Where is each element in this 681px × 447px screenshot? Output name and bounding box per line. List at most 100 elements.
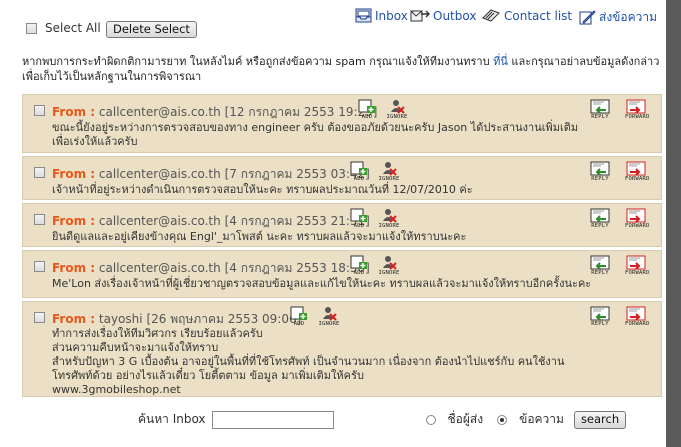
forward-label: FORWARD — [625, 321, 650, 327]
add-label: ADD — [353, 270, 365, 276]
ignore-icon — [383, 162, 397, 176]
reply-label: REPLY — [591, 114, 609, 120]
reply-button[interactable]: REPLY — [589, 208, 611, 229]
message-body: ยินดีดูแลและอยู่เคียงข้างคุณ Engl'_มาโพส… — [52, 230, 467, 243]
add-contact-icon — [290, 306, 307, 320]
delete-select-button[interactable]: Delete Select — [106, 21, 197, 38]
contact-list-icon — [482, 9, 500, 22]
message-header: From : callcenter@ais.co.th [7 กรกฎาคม 2… — [52, 165, 370, 184]
search-button[interactable]: search — [573, 410, 627, 429]
forward-button[interactable]: FORWARD — [625, 208, 650, 229]
message-body: ขณะนี้ยังอยู่ระหว่างการตรวจสอบของทาง eng… — [52, 121, 579, 148]
ignore-icon — [383, 256, 397, 270]
sender[interactable]: callcenter@ais.co.th — [99, 214, 221, 228]
add-contact-icon — [350, 208, 367, 222]
reply-button[interactable]: REPLY — [589, 255, 611, 276]
reply-label: REPLY — [591, 223, 609, 229]
ignore-button[interactable]: IGNORE — [378, 161, 400, 182]
outbox-link[interactable]: Outbox — [410, 8, 476, 23]
forward-label: FORWARD — [625, 223, 650, 229]
search-bar: ค้นหา Inbox ชื่อผู้ส่ง ข้อความ search — [138, 410, 627, 429]
forward-icon — [626, 208, 646, 223]
radio-message-label: ข้อความ — [519, 412, 564, 426]
message-header: From : callcenter@ais.co.th [4 กรกฎาคม 2… — [52, 259, 370, 278]
reply-icon — [590, 99, 610, 114]
message-checkbox[interactable] — [34, 105, 45, 116]
search-input[interactable] — [211, 410, 334, 429]
add-button[interactable]: ADD — [356, 99, 378, 120]
message-row: From : callcenter@ais.co.th [7 กรกฎาคม 2… — [22, 156, 662, 200]
radio-message[interactable] — [497, 414, 508, 425]
radio-sender[interactable] — [425, 414, 436, 425]
ignore-button[interactable]: IGNORE — [386, 99, 408, 120]
message-date: [12 กรกฎาคม 2553 19:29] — [224, 105, 378, 119]
sender[interactable]: callcenter@ais.co.th — [99, 105, 221, 119]
add-contact-icon — [350, 161, 367, 175]
forward-icon — [626, 306, 646, 321]
sender[interactable]: tayoshi — [99, 312, 143, 326]
add-button[interactable]: ADD — [288, 306, 310, 327]
search-label: ค้นหา Inbox — [138, 412, 206, 426]
outbox-label: Outbox — [433, 8, 477, 23]
inbox-icon — [355, 8, 372, 23]
message-body: Me'Lon ส่งเรื่องเจ้าหน้าที่ผู้เชี่ยวชาญต… — [52, 277, 592, 290]
message-row: From : callcenter@ais.co.th [4 กรกฎาคม 2… — [22, 203, 662, 247]
message-body: ทำการส่งเรื่องให้ทีมวิศวกร เรียบร้อยแล้ว… — [52, 327, 592, 397]
reply-button[interactable]: REPLY — [589, 306, 611, 327]
message-checkbox[interactable] — [34, 214, 45, 225]
message-line: โทรศัพท์ด้วย อย่างไรแล้วเดี๋ยว โยตี้ตตาม… — [52, 369, 364, 382]
from-label: From : — [52, 167, 96, 181]
message-header: From : callcenter@ais.co.th [4 กรกฎาคม 2… — [52, 212, 370, 231]
report-link[interactable]: ที่นี่ — [493, 55, 508, 68]
forward-icon — [626, 255, 646, 270]
scrollbar[interactable] — [666, 0, 681, 447]
reply-icon — [590, 306, 610, 321]
forward-icon — [626, 161, 646, 176]
select-all-label: Select All — [45, 21, 101, 35]
ignore-button[interactable]: IGNORE — [318, 306, 340, 327]
reply-button[interactable]: REPLY — [589, 161, 611, 182]
message-checkbox[interactable] — [34, 167, 45, 178]
inbox-link[interactable]: Inbox — [355, 8, 408, 23]
message-row: From : callcenter@ais.co.th [4 กรกฎาคม 2… — [22, 250, 662, 298]
message-body: เจ้าหน้าที่อยู่ระหว่างดำเนินการตรวจสอบให… — [52, 183, 473, 196]
message-line: www.3gmobileshop.net — [52, 383, 181, 396]
select-all-checkbox[interactable] — [26, 22, 37, 34]
ignore-label: IGNORE — [378, 223, 400, 229]
ignore-button[interactable]: IGNORE — [378, 255, 400, 276]
add-label: ADD — [361, 114, 373, 120]
sender[interactable]: callcenter@ais.co.th — [99, 167, 221, 181]
from-label: From : — [52, 261, 96, 275]
add-contact-icon — [358, 99, 375, 113]
sender[interactable]: callcenter@ais.co.th — [99, 261, 221, 275]
message-checkbox[interactable] — [34, 312, 45, 323]
forward-button[interactable]: FORWARD — [625, 255, 650, 276]
add-button[interactable]: ADD — [348, 161, 370, 182]
reply-label: REPLY — [591, 270, 609, 276]
forward-button[interactable]: FORWARD — [625, 99, 649, 120]
message-line: ทำการส่งเรื่องให้ทีมวิศวกร เรียบร้อยแล้ว… — [52, 327, 263, 340]
forward-button[interactable]: FORWARD — [625, 161, 649, 182]
ignore-icon — [391, 100, 405, 114]
select-all: Select All — [26, 21, 101, 35]
forward-button[interactable]: FORWARD — [625, 306, 650, 327]
add-button[interactable]: ADD — [348, 255, 370, 276]
send-message-label: ส่งข้อความ — [599, 10, 658, 24]
add-button[interactable]: ADD — [348, 208, 370, 229]
reply-label: REPLY — [591, 176, 609, 182]
message-checkbox[interactable] — [34, 261, 45, 272]
message-header: From : callcenter@ais.co.th [12 กรกฎาคม … — [52, 103, 377, 122]
reply-button[interactable]: REPLY — [589, 99, 611, 120]
from-label: From : — [52, 214, 96, 228]
reply-label: REPLY — [591, 321, 609, 327]
ignore-button[interactable]: IGNORE — [378, 208, 400, 229]
radio-sender-label: ชื่อผู้ส่ง — [447, 412, 484, 426]
toolbar: Select All Delete Select Inbox Outbox Co… — [0, 0, 666, 48]
contact-list-link[interactable]: Contact list — [481, 8, 572, 23]
ignore-label: IGNORE — [386, 114, 408, 120]
forward-label: FORWARD — [625, 270, 650, 276]
ignore-icon — [323, 307, 337, 321]
message-row: From : tayoshi [26 พฤษภาคม 2553 09:06] A… — [22, 301, 662, 397]
add-label: ADD — [353, 176, 365, 182]
send-message-link[interactable]: ส่งข้อความ — [579, 8, 657, 27]
